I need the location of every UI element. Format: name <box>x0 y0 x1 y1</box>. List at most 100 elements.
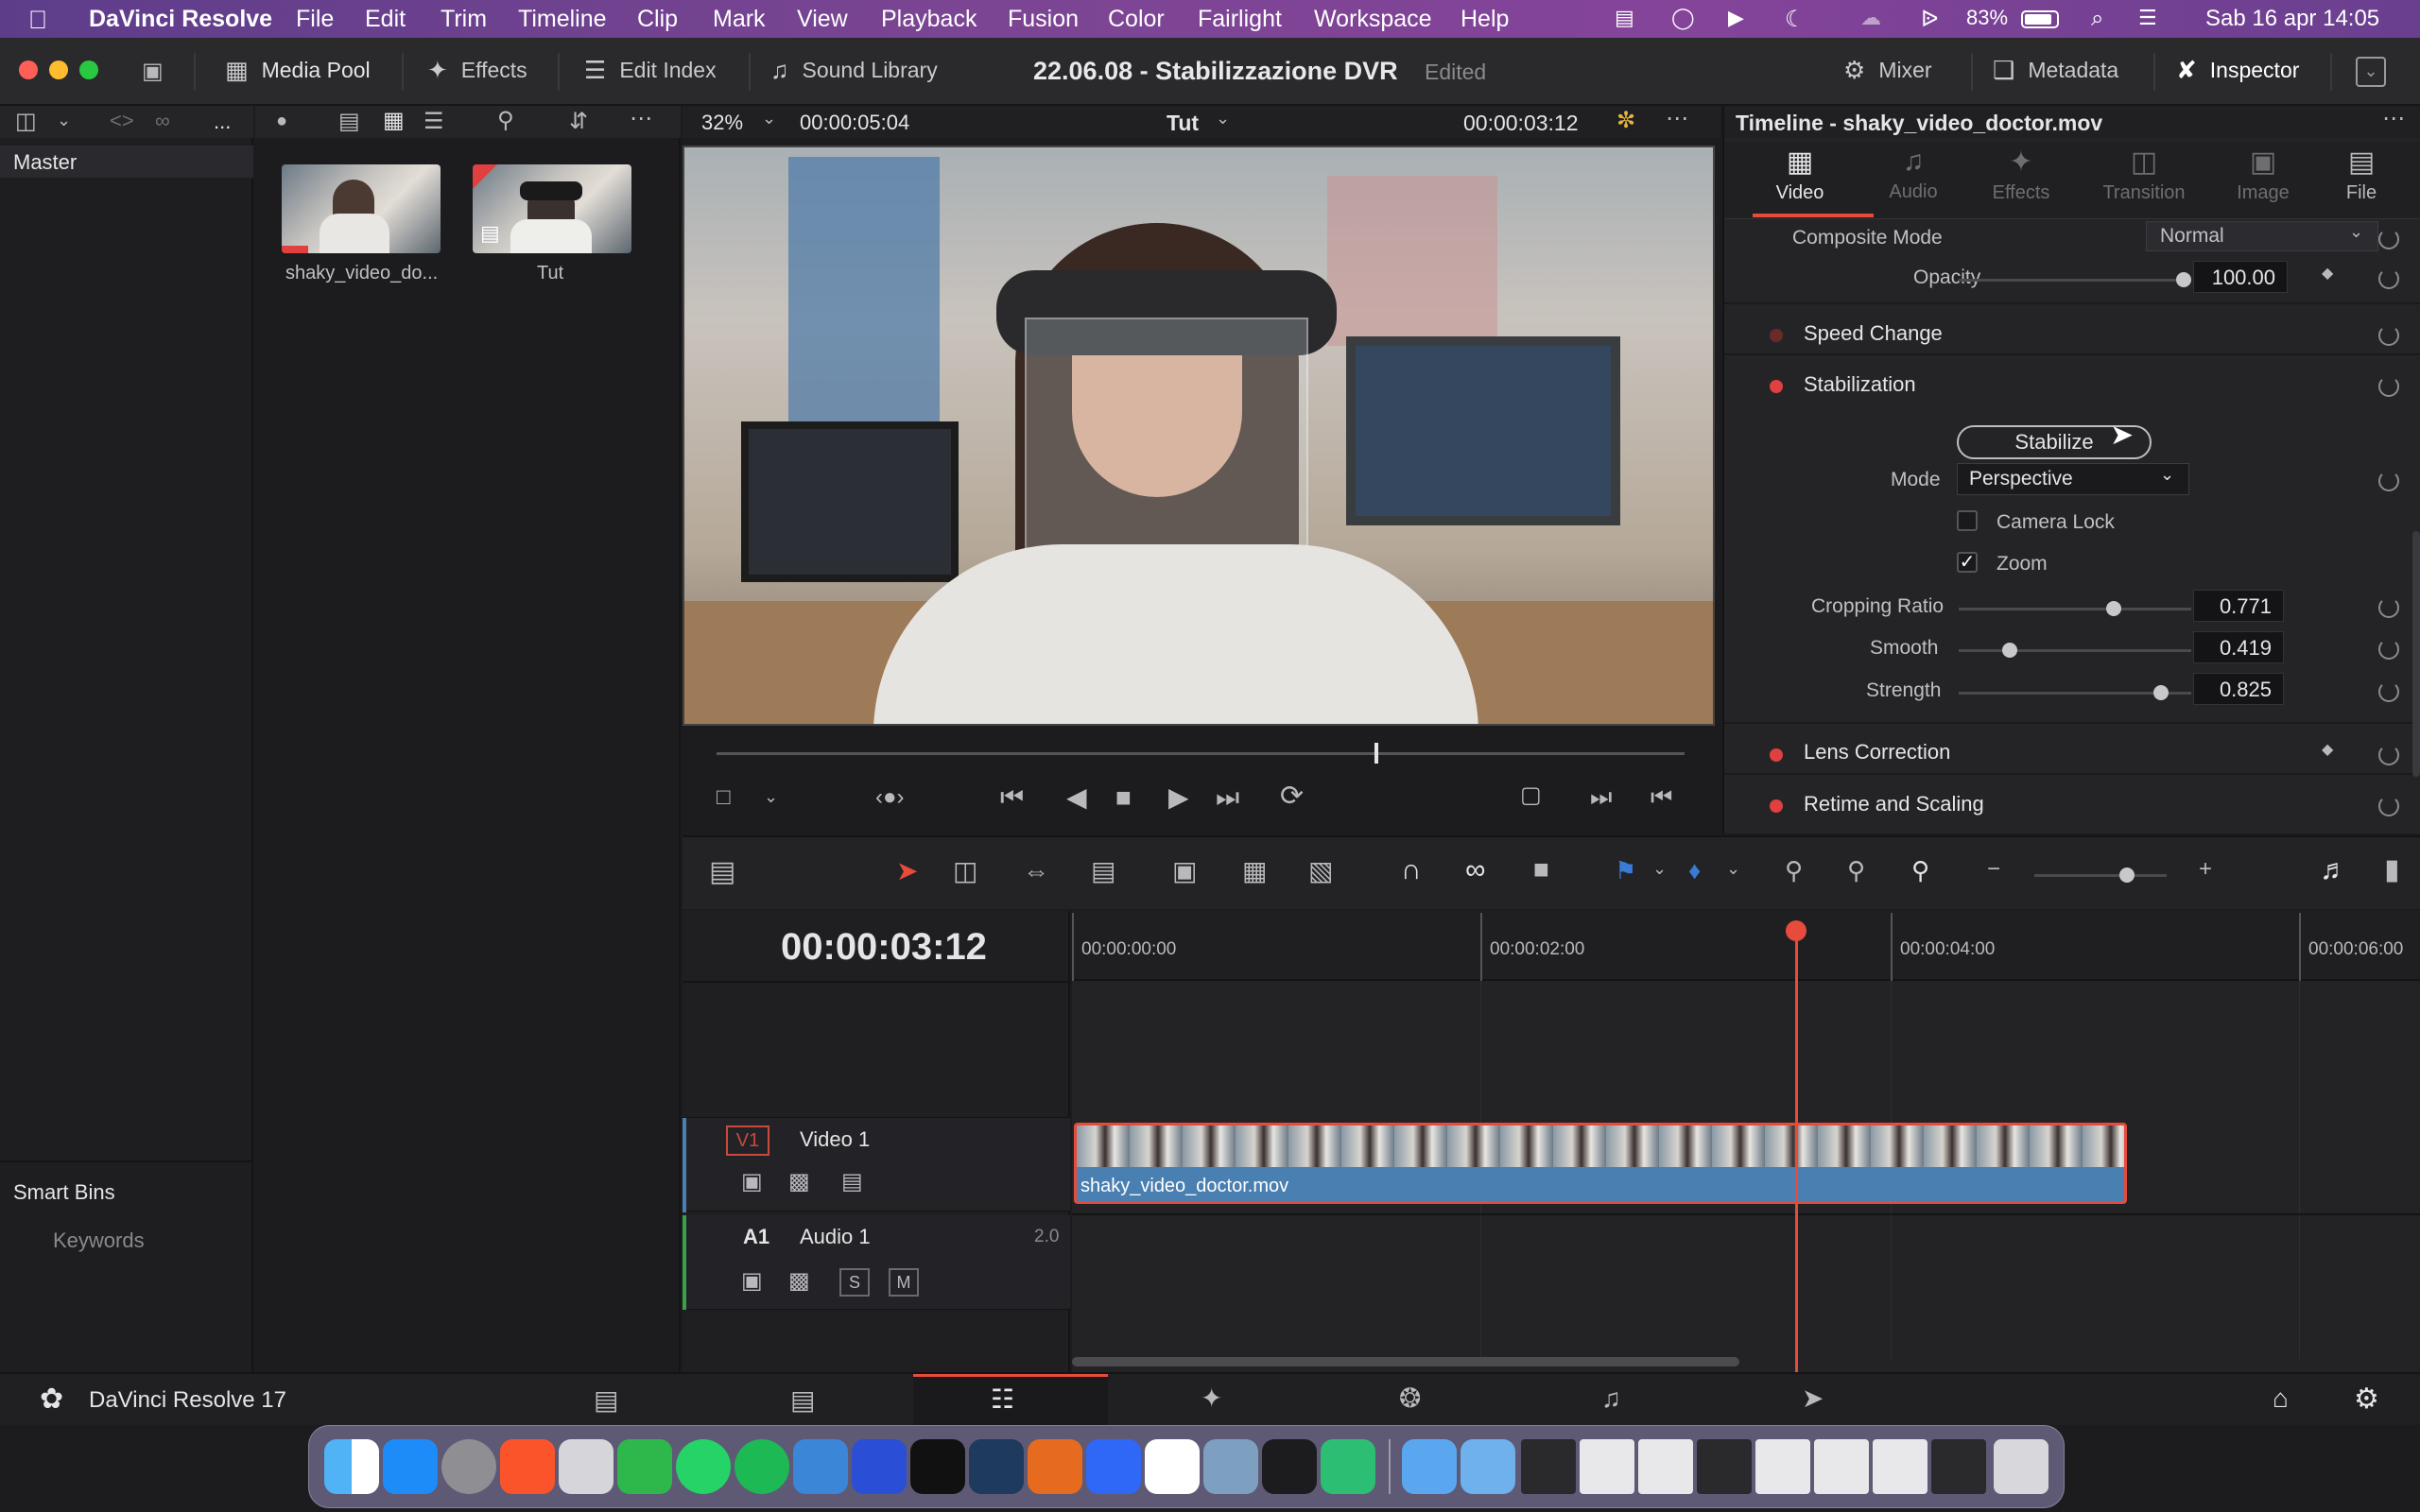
solo-button[interactable]: S <box>839 1268 870 1297</box>
menu-file[interactable]: File <box>296 6 334 33</box>
edit-index-button[interactable]: ☰ Edit Index <box>584 56 717 85</box>
tab-effects[interactable]: ✦ Effects <box>1974 146 2068 217</box>
zoom-detail-icon[interactable]: ⚲ <box>1847 858 1865 883</box>
reset-icon[interactable] <box>2378 597 2399 618</box>
document-thumbnail[interactable] <box>1814 1439 1869 1494</box>
cropping-ratio-field[interactable]: 0.771 <box>2193 590 2284 622</box>
timeline-horizontal-scrollbar[interactable] <box>1072 1357 1739 1366</box>
trim-tool-icon[interactable]: ◫ <box>953 858 977 885</box>
stabilization-toggle[interactable] <box>1770 380 1783 393</box>
zoom-checkbox[interactable]: ✓ <box>1957 552 1978 573</box>
notion-icon[interactable] <box>1145 1439 1200 1494</box>
effects-button[interactable]: ✦ Effects <box>427 56 527 85</box>
prev-clip-icon[interactable]: ⏮ <box>1651 784 1672 809</box>
media-pool-button[interactable]: ▦ Media Pool <box>225 56 371 85</box>
deliver-page-icon[interactable]: ➤ <box>1802 1385 1824 1412</box>
camera-lock-checkbox[interactable] <box>1957 510 1978 531</box>
sound-library-button[interactable]: ♫ Sound Library <box>770 56 938 85</box>
app-menu[interactable]: DaVinci Resolve <box>89 6 272 33</box>
whatsapp-icon[interactable] <box>676 1439 731 1494</box>
reset-icon[interactable] <box>2378 325 2399 346</box>
facetime-icon[interactable] <box>1321 1439 1375 1494</box>
lens-correction-toggle[interactable] <box>1770 748 1783 762</box>
fairlight-page-icon[interactable]: ♫ <box>1601 1385 1621 1412</box>
settings-gear-icon[interactable]: ⚙ <box>2354 1385 2379 1414</box>
battery-icon[interactable] <box>2021 10 2059 28</box>
sort-icon[interactable]: ⇵ <box>569 111 588 133</box>
lock-icon[interactable]: ▣ <box>741 1270 763 1293</box>
retime-scaling-toggle[interactable] <box>1770 799 1783 813</box>
position-lock-icon[interactable]: ■ <box>1533 856 1549 883</box>
sync-app-icon[interactable] <box>617 1439 672 1494</box>
menu-trim[interactable]: Trim <box>441 6 487 33</box>
document-thumbnail[interactable] <box>1873 1439 1927 1494</box>
chevron-down-icon[interactable]: ⌄ <box>764 788 778 805</box>
home-icon[interactable]: ⌂ <box>2273 1385 2289 1412</box>
stabilization-header[interactable]: Stabilization <box>1804 372 1916 397</box>
document-thumbnail[interactable] <box>1580 1439 1634 1494</box>
spotify-icon[interactable] <box>735 1439 789 1494</box>
finder-icon[interactable] <box>324 1439 379 1494</box>
window-thumbnail[interactable] <box>1521 1439 1576 1494</box>
davinci-resolve-dock-icon[interactable] <box>1262 1439 1317 1494</box>
reset-icon[interactable] <box>2378 796 2399 816</box>
timeline-selector[interactable]: Tut <box>1167 111 1199 136</box>
options-icon[interactable]: ⋯ <box>2382 108 2405 130</box>
zoom-out-icon[interactable]: − <box>1987 858 2000 881</box>
menu-help[interactable]: Help <box>1461 6 1509 33</box>
project-manager-icon[interactable]: ▣ <box>142 60 164 83</box>
replace-clip-icon[interactable]: ▧ <box>1308 858 1333 885</box>
downloads-folder-icon[interactable] <box>1402 1439 1457 1494</box>
smart-bin-keywords[interactable]: Keywords <box>53 1228 145 1253</box>
video-track-target[interactable]: V1 <box>726 1125 769 1156</box>
list-view-icon[interactable]: ☰ <box>424 111 444 133</box>
minimize-window-button[interactable] <box>49 60 68 79</box>
video-frame[interactable] <box>683 146 1715 726</box>
clion-icon[interactable] <box>969 1439 1024 1494</box>
loop-icon[interactable]: ⟳ <box>1280 782 1304 811</box>
display-icon[interactable]: ▤ <box>1615 6 1634 30</box>
match-frame-icon[interactable]: ▢ <box>1520 784 1542 807</box>
smooth-field[interactable]: 0.419 <box>2193 631 2284 663</box>
reset-icon[interactable] <box>2378 268 2399 289</box>
menu-timeline[interactable]: Timeline <box>518 6 607 33</box>
timeline-view-options-icon[interactable]: ▤ <box>709 858 735 886</box>
cut-page-icon[interactable]: ▤ <box>790 1387 815 1414</box>
lock-icon[interactable]: ▣ <box>741 1171 763 1194</box>
reset-icon[interactable] <box>2378 376 2399 397</box>
flag-icon[interactable]: ⚑ <box>1615 858 1636 883</box>
thumbnail-view-icon[interactable]: ▦ <box>383 110 405 132</box>
system-preferences-icon[interactable] <box>441 1439 496 1494</box>
chevron-down-icon[interactable]: ⌄ <box>1726 860 1740 877</box>
marker-icon[interactable]: ♦ <box>1688 858 1701 883</box>
zoom-custom-icon[interactable]: ⚲ <box>1911 858 1929 883</box>
inspector-scrollbar[interactable] <box>2412 531 2420 777</box>
tab-transition[interactable]: ◫ Transition <box>2078 146 2210 217</box>
app-store-icon[interactable] <box>383 1439 438 1494</box>
smart-bins-header[interactable]: Smart Bins <box>13 1180 115 1205</box>
lens-correction-header[interactable]: Lens Correction <box>1804 740 1950 765</box>
glasses-icon[interactable]: ◯ <box>1671 6 1695 30</box>
stop-icon[interactable]: ■ <box>1115 784 1132 811</box>
terminal-icon[interactable] <box>910 1439 965 1494</box>
moon-icon[interactable]: ☾ <box>1785 6 1806 33</box>
clock-datetime[interactable]: Sab 16 apr 14:05 <box>2205 6 2379 32</box>
insert-clip-icon[interactable]: ▣ <box>1172 858 1197 885</box>
auto-select-icon[interactable]: ▩ <box>788 1270 810 1293</box>
viewer-scrubber[interactable] <box>717 743 1685 764</box>
disable-track-icon[interactable]: ▤ <box>841 1171 863 1194</box>
bin-master[interactable]: Master <box>0 146 253 178</box>
audio-meter-icon[interactable]: ▮ <box>2384 856 2400 885</box>
chevron-down-icon[interactable]: ⌄ <box>57 112 71 129</box>
play-reverse-icon[interactable]: ◀ <box>1066 784 1087 811</box>
matlab-icon[interactable] <box>1028 1439 1082 1494</box>
applications-folder-icon[interactable] <box>1461 1439 1515 1494</box>
speed-change-toggle[interactable] <box>1770 329 1783 342</box>
timeline-ruler[interactable]: 00:00:00:00 00:00:02:00 00:00:04:00 00:0… <box>1072 911 2420 981</box>
menu-fusion[interactable]: Fusion <box>1008 6 1079 33</box>
play-icon[interactable]: ▶ <box>1168 784 1189 811</box>
snapping-icon[interactable]: ∩ <box>1401 856 1422 885</box>
close-window-button[interactable] <box>19 60 38 79</box>
linked-selection-icon[interactable]: ∞ <box>1465 856 1485 885</box>
mixer-button[interactable]: ⚙ Mixer <box>1843 56 1932 85</box>
